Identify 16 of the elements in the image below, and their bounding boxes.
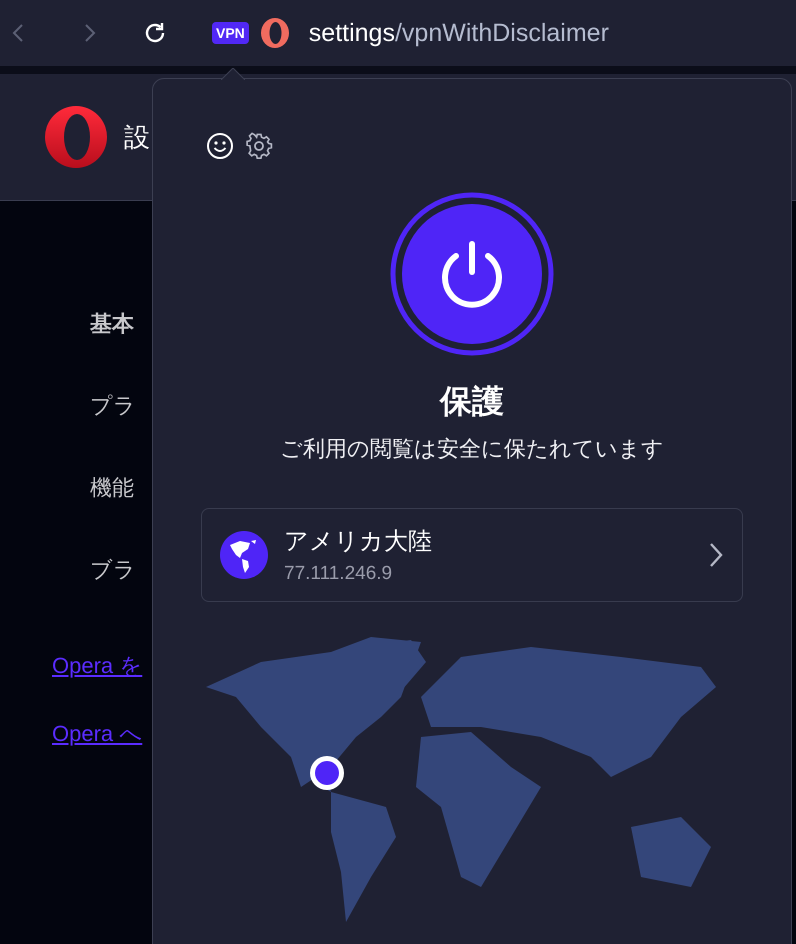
status-message: ご利用の閲覧は安全に保たれています (280, 436, 664, 464)
address-bar[interactable]: settings/vpnWithDisclaimer (308, 18, 609, 48)
page-title: 設 (124, 122, 150, 154)
location-name: アメリカ大陸 (284, 526, 433, 557)
settings-icon[interactable] (245, 132, 273, 160)
opera-logo-icon (258, 17, 291, 49)
location-selector[interactable]: アメリカ大陸 77.111.246.9 (201, 508, 743, 602)
ip-address: 77.111.246.9 (284, 563, 394, 585)
chevron-right-icon (708, 541, 724, 569)
globe-icon (220, 531, 268, 579)
opera-logo-icon (44, 105, 108, 169)
location-pin-icon (310, 756, 344, 790)
power-button[interactable] (390, 192, 554, 356)
status-title: 保護 (440, 381, 504, 422)
smiley-icon[interactable] (206, 132, 234, 160)
vpn-badge[interactable]: VPN (212, 22, 249, 44)
